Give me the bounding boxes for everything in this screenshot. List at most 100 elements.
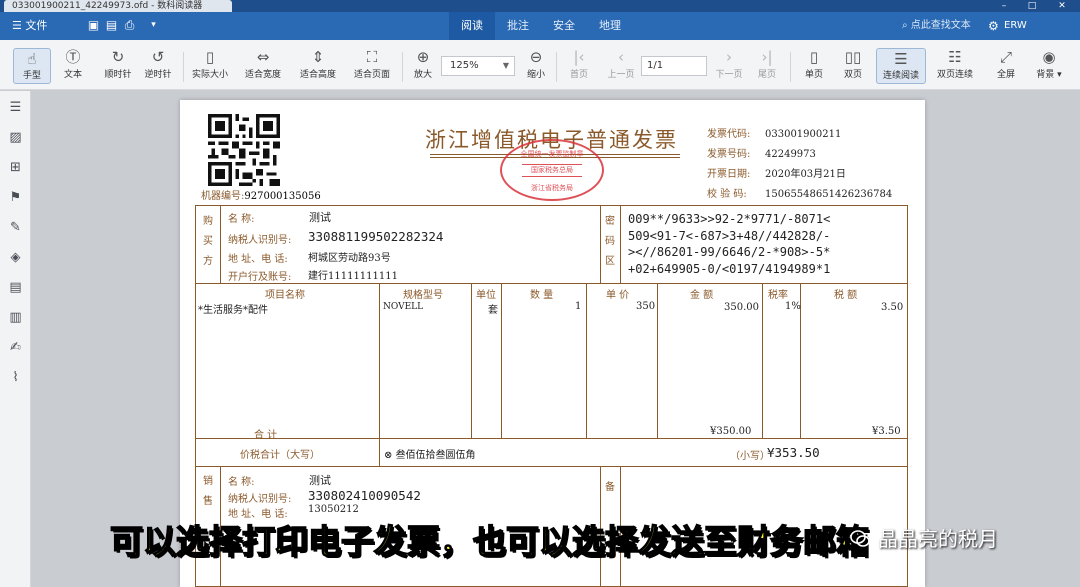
fit-height-button[interactable]: ⇕ 适合高度 (295, 46, 341, 86)
col-divider (600, 205, 601, 283)
buyer-tax-id: 330881199502282324 (308, 229, 444, 244)
toolbar-separator (556, 52, 557, 82)
chevron-down-icon: ▼ (502, 61, 509, 70)
zoom-select[interactable]: 125% ▼ (441, 56, 515, 76)
outline-icon[interactable]: ☰ (7, 99, 24, 116)
quick-access-dropdown-icon[interactable]: ▾ (146, 18, 161, 32)
tab-read[interactable]: 阅读 (449, 12, 495, 40)
attachment-doc-icon[interactable]: ▥ (7, 309, 24, 326)
fit-width-icon: ⇔ (256, 48, 270, 66)
prev-page-label: 上一页 (607, 70, 635, 80)
seller-name-label: 名 称: (228, 477, 255, 488)
rotate-ccw-button[interactable]: ↺ 逆时针 (140, 46, 176, 86)
actual-size-button[interactable]: ▯ 实际大小 (188, 46, 232, 86)
item-rate: 1% (785, 301, 801, 312)
tab-annotate[interactable]: 批注 (495, 12, 541, 40)
image-icon[interactable]: ▨ (7, 129, 24, 146)
col-divider (501, 283, 502, 438)
print-icon[interactable]: ⎙ (122, 18, 137, 32)
continuous-read-label: 连续阅读 (882, 71, 919, 81)
file-menu[interactable]: ☰ 文件 (12, 12, 47, 40)
next-page-button[interactable]: › 下一页 (712, 46, 746, 86)
double-page-icon: ▯▯ (844, 48, 862, 66)
header-item: 项目名称 (265, 290, 305, 301)
layers-icon[interactable]: ◈ (7, 249, 24, 266)
fit-height-icon: ⇕ (311, 48, 325, 66)
single-page-button[interactable]: ▯ 单页 (799, 46, 829, 86)
background-button[interactable]: ◉ 背景 ▾ (1030, 46, 1068, 86)
prev-page-button[interactable]: ‹ 上一页 (604, 46, 638, 86)
background-label: 背景 ▾ (1036, 70, 1062, 80)
save-icon[interactable]: ▤ (104, 18, 119, 32)
page-number-input[interactable]: 1/1 (641, 56, 707, 76)
rotate-ccw-icon: ↺ (151, 48, 165, 66)
minimize-icon[interactable]: – (990, 0, 1018, 12)
invoice-date: 开票日期: 2020年03月21日 (707, 169, 846, 180)
cipher-text: 009**/9633>>92-2*9771/-8071< 509<91-7<-6… (628, 212, 831, 276)
window-titlebar: 033001900211_42249973.ofd - 数科阅读器 – □ ✕ (0, 0, 1080, 12)
maximize-icon[interactable]: □ (1018, 0, 1046, 12)
double-page-button[interactable]: ▯▯ 双页 (838, 46, 868, 86)
grand-total-amount: ¥353.50 (767, 445, 820, 460)
item-unit: 套 (488, 305, 498, 316)
double-continuous-button[interactable]: ☷ 双页连续 (933, 46, 977, 86)
col-divider (220, 205, 221, 283)
page-icon[interactable]: ▤ (7, 279, 24, 296)
total-label: 合 计 (254, 430, 278, 441)
item-amount: 350.00 (724, 302, 759, 313)
header-amount: 金 额 (690, 290, 714, 301)
actual-size-label: 实际大小 (191, 70, 228, 80)
user-menu[interactable]: ERW (1004, 12, 1027, 40)
invoice-code: 发票代码: 033001900211 (707, 129, 842, 140)
buyer-bank: 建行11111111111 (308, 271, 398, 282)
text-select-icon: Ⓣ (65, 48, 81, 66)
document-tab[interactable]: 033001900211_42249973.ofd - 数科阅读器 (4, 0, 232, 12)
tree-icon[interactable]: ⊞ (7, 159, 24, 176)
col-divider (657, 283, 658, 438)
zoom-in-icon: ⊕ (416, 48, 430, 66)
close-icon[interactable]: ✕ (1048, 0, 1076, 12)
wechat-icon (850, 530, 870, 547)
rotate-cw-label: 顺时针 (104, 70, 132, 80)
first-page-icon: |‹ (573, 48, 585, 66)
item-tax: 3.50 (881, 302, 904, 313)
form-icon[interactable]: ✍ (7, 339, 24, 356)
toolbar-separator (402, 52, 403, 82)
next-page-icon: › (726, 48, 732, 66)
settings-icon[interactable]: ⚙ (988, 12, 999, 40)
fit-width-button[interactable]: ⇔ 适合宽度 (240, 46, 286, 86)
hand-tool-button[interactable]: ☝ 手型 (13, 48, 51, 84)
col-divider (379, 438, 380, 466)
open-folder-icon[interactable]: ▣ (86, 18, 101, 32)
last-page-button[interactable]: ›| 尾页 (752, 46, 782, 86)
find-text-button[interactable]: ⌕ 点此查找文本 (902, 12, 971, 40)
double-continuous-icon: ☷ (948, 48, 962, 66)
continuous-read-button[interactable]: ☰ 连续阅读 (876, 48, 926, 84)
header-rate: 税率 (768, 290, 788, 301)
tab-security[interactable]: 安全 (541, 12, 587, 40)
rotate-cw-button[interactable]: ↻ 顺时针 (100, 46, 136, 86)
total-tax: ¥3.50 (872, 426, 901, 437)
fit-width-label: 适合宽度 (244, 70, 281, 80)
hand-tool-label: 手型 (22, 71, 41, 81)
text-tool-button[interactable]: Ⓣ 文本 (56, 46, 90, 86)
paperclip-icon[interactable]: ⌇ (7, 369, 24, 386)
annotation-icon[interactable]: ✎ (7, 219, 24, 236)
tab-geography[interactable]: 地理 (587, 12, 633, 40)
bookmark-icon[interactable]: ⚑ (7, 189, 24, 206)
rotate-cw-icon: ↻ (111, 48, 125, 66)
rotate-ccw-label: 逆时针 (144, 70, 172, 80)
menubar: ☰ 文件 ▣ ▤ ⎙ ▾ 阅读 批注 安全 地理 ⌕ 点此查找文本 ⚙ ERW (0, 12, 1080, 40)
header-qty: 数 量 (530, 290, 554, 301)
header-tax: 税 额 (834, 290, 858, 301)
item-spec: NOVELL (383, 302, 424, 312)
fit-page-button[interactable]: ⛶ 适合页面 (349, 46, 395, 86)
fullscreen-button[interactable]: ⤢ 全屏 (991, 46, 1021, 86)
zoom-out-button[interactable]: ⊖ 缩小 (521, 46, 551, 86)
machine-number: 机器编号:927000135056 (201, 187, 321, 202)
first-page-button[interactable]: |‹ 首页 (564, 46, 594, 86)
eye-icon: ◉ (1042, 48, 1056, 66)
fit-page-label: 适合页面 (353, 70, 390, 80)
header-price: 单 价 (606, 290, 630, 301)
zoom-in-button[interactable]: ⊕ 放大 (408, 46, 438, 86)
